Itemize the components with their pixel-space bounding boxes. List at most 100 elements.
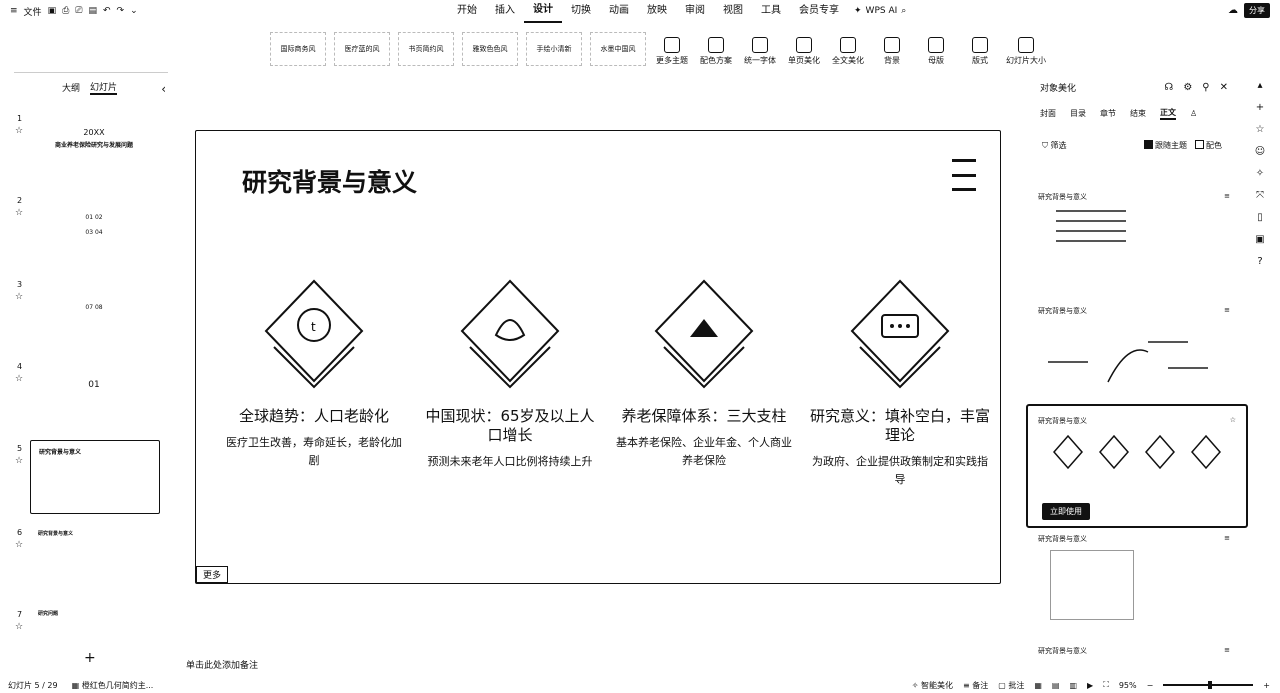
tab-toc[interactable]: 目录 xyxy=(1070,108,1086,119)
tab-outline[interactable]: 大纲 xyxy=(62,81,80,94)
tab-view[interactable]: 视图 xyxy=(714,0,752,22)
theme-thumb-4[interactable]: 雅致色色风 xyxy=(462,32,518,66)
slide-thumbnail[interactable]: 研究问题 xyxy=(38,610,150,650)
wps-ai-button[interactable]: ✦ WPS AI ⌕ xyxy=(854,6,906,16)
more-icon[interactable]: ≡ xyxy=(1224,306,1230,316)
tab-review[interactable]: 审阅 xyxy=(676,0,714,22)
zoom-out-icon[interactable]: − xyxy=(1147,681,1154,690)
zoom-level[interactable]: 95% xyxy=(1119,681,1137,690)
use-now-button[interactable]: 立即使用 xyxy=(1042,503,1090,520)
slide-thumbnail[interactable]: 20XX 商业养老保险研究与发展问题 xyxy=(38,114,150,178)
search-icon[interactable]: ⌕ xyxy=(901,6,906,16)
smile-icon[interactable]: ☺ xyxy=(1255,146,1265,157)
file-menu[interactable]: 文件 xyxy=(24,5,42,18)
play-icon[interactable]: ▶ xyxy=(1087,681,1093,690)
tab-member[interactable]: 会员专享 xyxy=(790,0,848,22)
page-beautify-button[interactable]: 单页美化 xyxy=(786,37,822,66)
slide-row[interactable]: 2 ☆ 01 02 03 04 xyxy=(0,196,182,268)
master-button[interactable]: 母版 xyxy=(918,37,954,66)
notes-button[interactable]: ≡ 备注 xyxy=(963,680,988,691)
slide-thumbnail[interactable]: 01 02 03 04 xyxy=(38,196,150,260)
add-icon[interactable]: + xyxy=(1256,102,1264,113)
print-icon[interactable]: ⎚ xyxy=(75,6,82,16)
slide-row[interactable]: 4 ☆ 01 xyxy=(0,362,182,434)
content-card[interactable]: t 全球趋势：人口老龄化 医疗卫生改善，寿命延长，老龄化加剧 xyxy=(224,271,404,470)
star-icon[interactable]: ☆ xyxy=(15,208,23,218)
slide-row[interactable]: 3 ☆ 07 08 xyxy=(0,280,182,352)
zoom-slider[interactable] xyxy=(1163,681,1254,689)
tab-end[interactable]: 结束 xyxy=(1130,108,1146,119)
color-checkbox[interactable]: 配色 xyxy=(1195,140,1222,151)
collapse-arrow-icon[interactable]: ▴ xyxy=(1257,80,1262,91)
theme-thumb-5[interactable]: 手绘小清新 xyxy=(526,32,582,66)
menu-icon[interactable]: ≡ xyxy=(10,6,18,16)
template-card[interactable]: 研究背景与意义 ≡ xyxy=(1038,646,1230,662)
preview-icon[interactable]: ▤ xyxy=(88,6,97,16)
slide-row[interactable]: 5 ☆ 研究背景与意义 xyxy=(0,440,182,516)
chevron-down-icon[interactable]: ⌄ xyxy=(130,6,138,16)
star-icon[interactable]: ☆ xyxy=(15,540,23,550)
theme-thumb-1[interactable]: 国际商务风 xyxy=(270,32,326,66)
reading-view-icon[interactable]: ▥ xyxy=(1069,681,1077,690)
save-icon[interactable]: ▣ xyxy=(48,6,57,16)
more-icon[interactable]: ≡ xyxy=(1224,534,1230,544)
share-button[interactable]: 分享 xyxy=(1244,3,1270,18)
unify-font-button[interactable]: 统一字体 xyxy=(742,37,778,66)
add-slide-button[interactable]: + xyxy=(84,650,96,666)
smart-beautify-button[interactable]: ✧ 智能美化 xyxy=(912,680,953,691)
star-icon[interactable]: ☆ xyxy=(1256,124,1265,135)
normal-view-icon[interactable]: ▦ xyxy=(1034,681,1042,690)
settings-icon[interactable]: ⚙ xyxy=(1183,82,1192,93)
shuffle-icon[interactable]: ⤧ xyxy=(1256,190,1264,201)
redo-icon[interactable]: ↷ xyxy=(117,6,125,16)
user-icon[interactable]: ♙ xyxy=(1190,109,1197,118)
notes-placeholder[interactable]: 单击此处添加备注 xyxy=(186,658,258,671)
slide-thumbnail-selected[interactable]: 研究背景与意义 xyxy=(30,440,160,514)
layout-button[interactable]: 版式 xyxy=(962,37,998,66)
slide-canvas[interactable]: 研究背景与意义 t 全球趋势：人口老龄化 医疗卫生改善，寿命延长，老龄化加剧 中… xyxy=(195,130,1001,584)
slide-thumbnail[interactable]: 研究背景与意义 xyxy=(38,528,150,592)
tab-slideshow[interactable]: 放映 xyxy=(638,0,676,22)
slide-row[interactable]: 6 ☆ 研究背景与意义 xyxy=(0,528,182,600)
zoom-in-icon[interactable]: + xyxy=(1263,681,1270,690)
content-card[interactable]: 中国现状：65岁及以上人口增长 预测未来老年人口比例将持续上升 xyxy=(420,271,600,471)
more-themes-button[interactable]: 更多主题 xyxy=(654,37,690,66)
theme-name[interactable]: ▦ 橙红色几何简约主... xyxy=(72,680,154,691)
tab-cover[interactable]: 封面 xyxy=(1040,108,1056,119)
slide-thumbnail[interactable]: 07 08 xyxy=(38,280,150,344)
slide-row[interactable]: 1 ☆ 20XX 商业养老保险研究与发展问题 xyxy=(0,114,182,186)
tab-transition[interactable]: 切换 xyxy=(562,0,600,22)
star-icon[interactable]: ☆ xyxy=(15,622,23,632)
book-icon[interactable]: ▯ xyxy=(1257,212,1263,223)
tab-body[interactable]: 正文 xyxy=(1160,107,1176,120)
filter-button[interactable]: ⛉ 筛选 xyxy=(1042,140,1067,151)
theme-thumb-2[interactable]: 医疗蓝的风 xyxy=(334,32,390,66)
tab-animation[interactable]: 动画 xyxy=(600,0,638,22)
slide-row[interactable]: 7 ☆ 研究问题 xyxy=(0,610,182,682)
star-icon[interactable]: ☆ xyxy=(1230,416,1236,426)
star-icon[interactable]: ☆ xyxy=(15,292,23,302)
collapse-icon[interactable]: ‹ xyxy=(161,82,166,96)
star-icon[interactable]: ☆ xyxy=(15,374,23,384)
headset-icon[interactable]: ☊ xyxy=(1164,82,1173,93)
export-icon[interactable]: ⎙ xyxy=(62,6,69,16)
more-icon[interactable]: ≡ xyxy=(1224,646,1230,656)
star-icon[interactable]: ☆ xyxy=(15,456,23,466)
tab-start[interactable]: 开始 xyxy=(448,0,486,22)
zoom-slider-knob[interactable] xyxy=(1208,681,1213,689)
beautify-icon[interactable]: ✧ xyxy=(1256,168,1264,179)
comments-button[interactable]: ▢ 批注 xyxy=(998,680,1024,691)
content-card[interactable]: 养老保障体系：三大支柱 基本养老保险、企业年金、个人商业养老保险 xyxy=(614,271,794,470)
close-icon[interactable]: ✕ xyxy=(1220,82,1228,93)
pin-icon[interactable]: ⚲ xyxy=(1202,82,1209,93)
template-card-selected[interactable]: 研究背景与意义 ☆ 立即使用 xyxy=(1026,404,1248,528)
tab-slides[interactable]: 幻灯片 xyxy=(90,80,118,95)
tab-chapter[interactable]: 章节 xyxy=(1100,108,1116,119)
tab-insert[interactable]: 插入 xyxy=(486,0,524,22)
follow-theme-checkbox[interactable]: 跟随主题 xyxy=(1144,140,1187,151)
fit-icon[interactable]: ⛶ xyxy=(1103,680,1109,690)
content-card[interactable]: 研究意义：填补空白，丰富理论 为政府、企业提供政策制定和实践指导 xyxy=(810,271,990,489)
background-button[interactable]: 背景 xyxy=(874,37,910,66)
more-button[interactable]: 更多 xyxy=(196,566,229,583)
slide-thumbnail[interactable]: 01 xyxy=(38,362,150,426)
